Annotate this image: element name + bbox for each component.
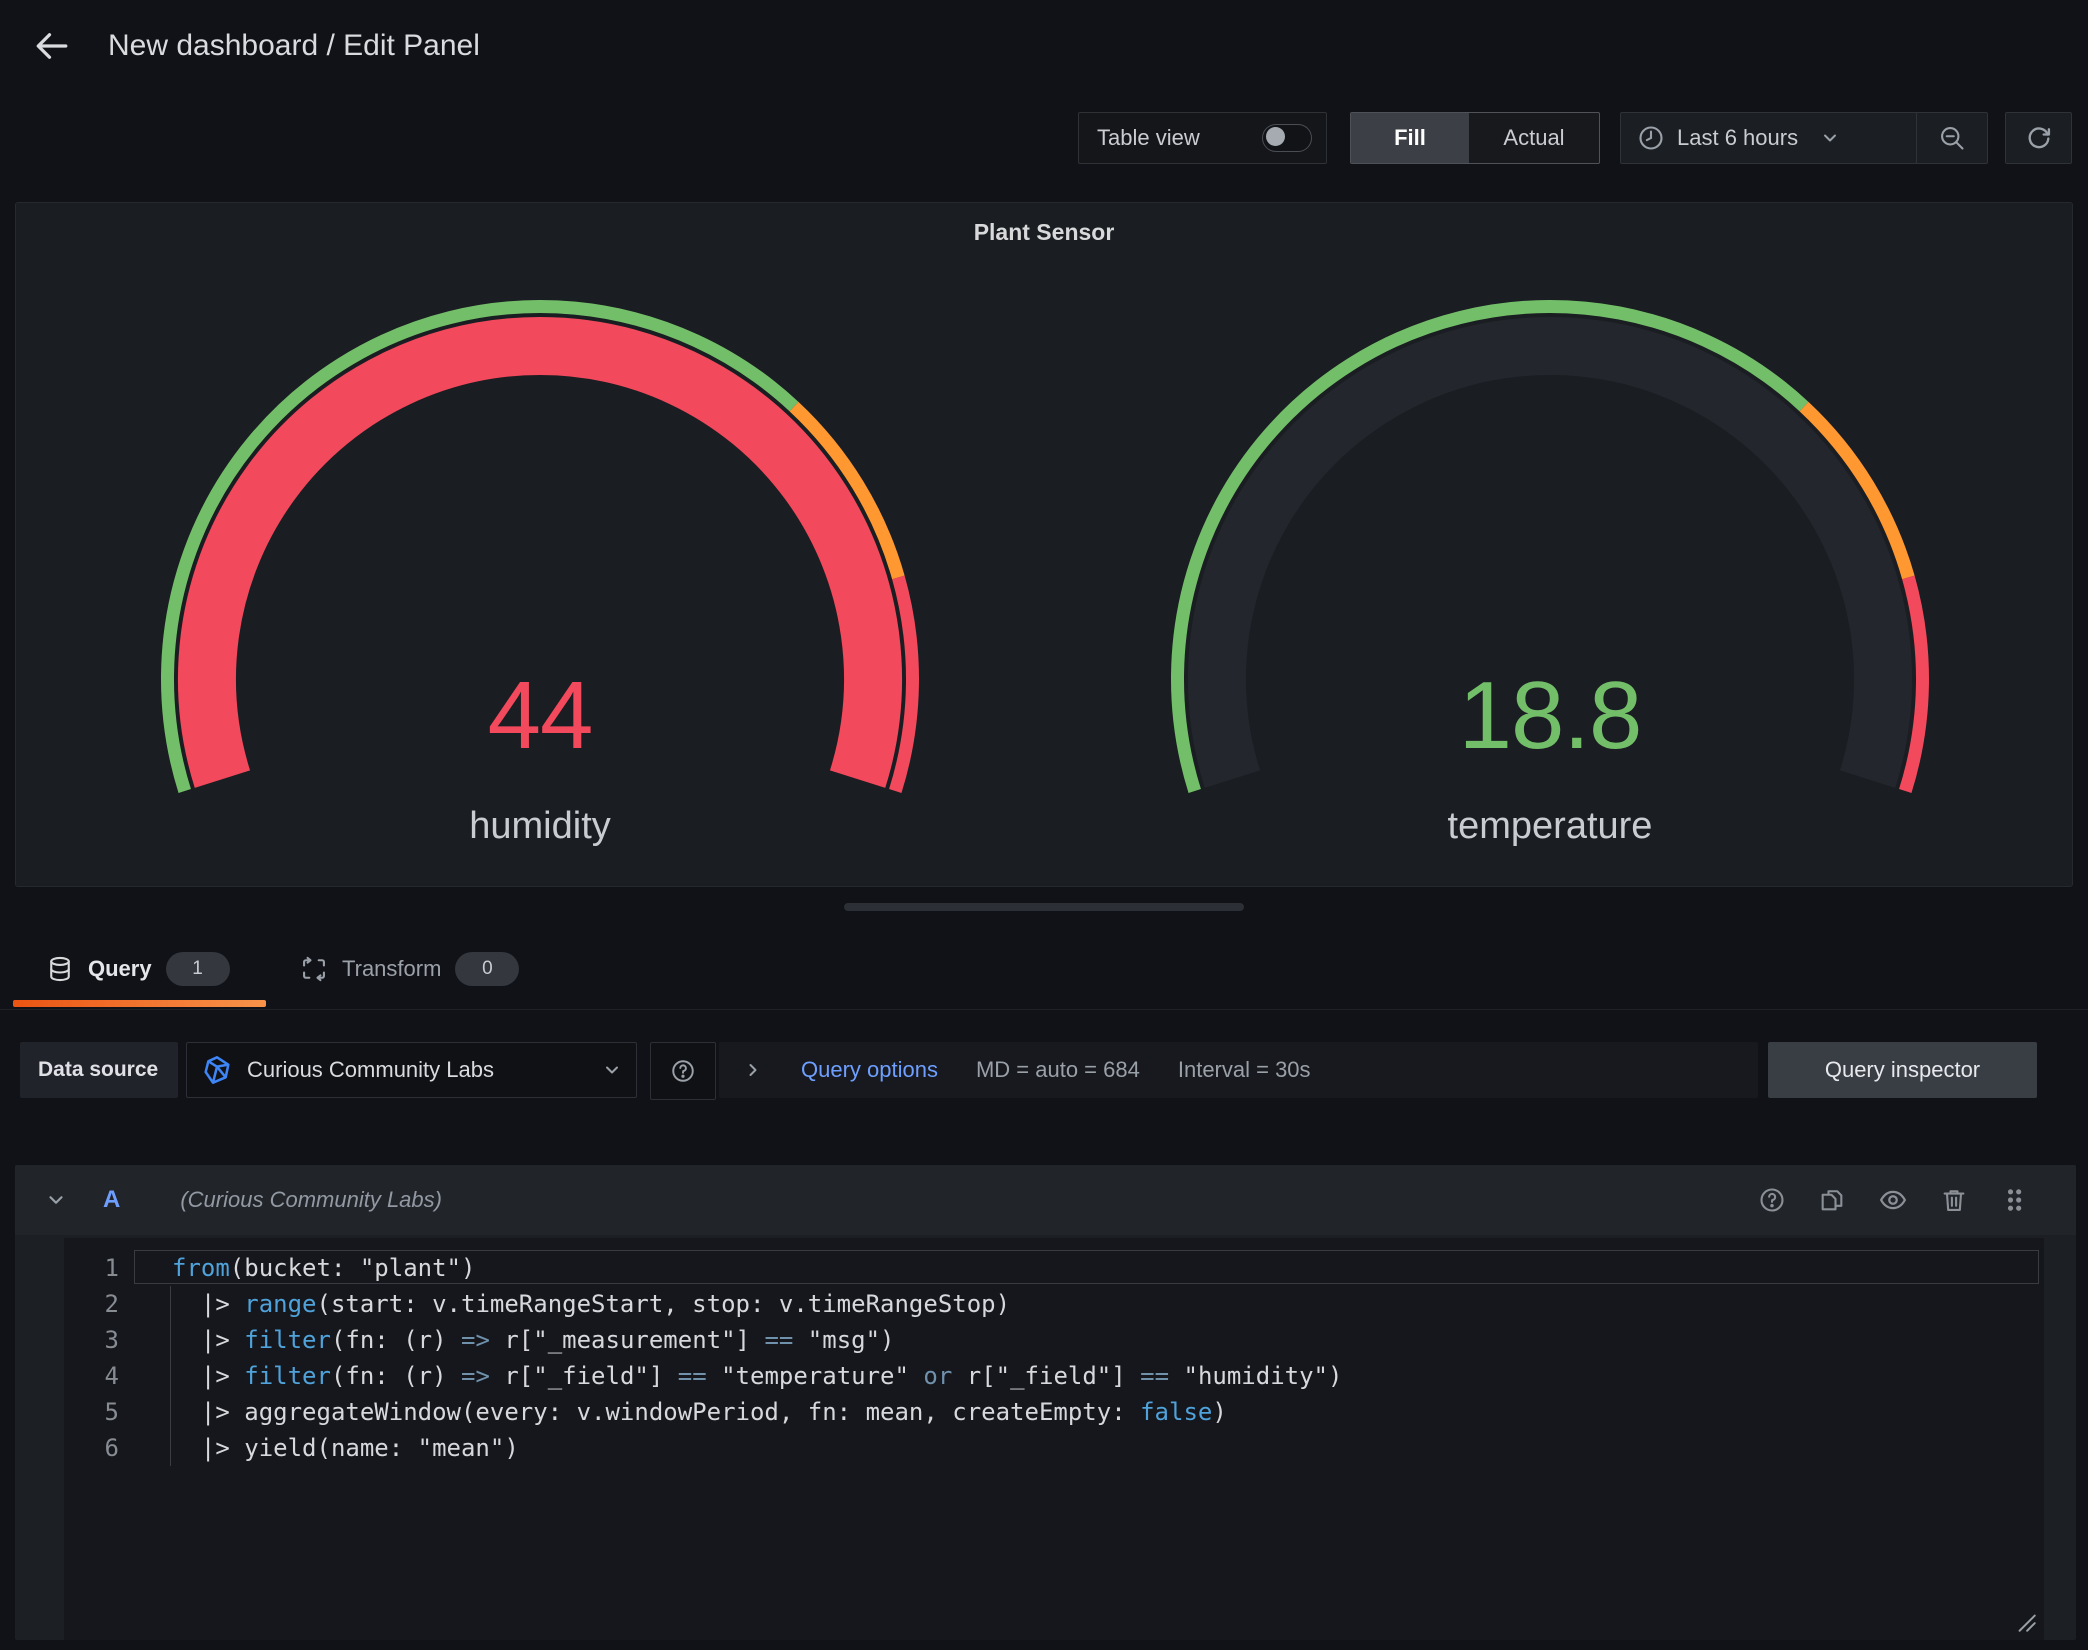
page-title: New dashboard / Edit Panel	[108, 27, 480, 65]
tabbar-divider	[0, 1009, 2088, 1010]
zoom-out-button[interactable]	[1916, 113, 1987, 163]
table-view-control[interactable]: Table view	[1078, 112, 1327, 164]
time-range-group: Last 6 hours	[1620, 112, 1988, 164]
database-icon	[46, 955, 74, 983]
query-options-bar: Query options MD = auto = 684 Interval =…	[719, 1042, 1758, 1098]
resize-grip-icon[interactable]	[2012, 1608, 2038, 1634]
eye-icon[interactable]	[1878, 1185, 1908, 1215]
query-ref-id: A	[103, 1186, 120, 1214]
active-tab-underline	[13, 1000, 266, 1007]
gauge-value-temperature: 18.8	[1459, 661, 1642, 771]
panel-resize-handle[interactable]	[844, 903, 1244, 911]
query-datasource-hint: (Curious Community Labs)	[180, 1187, 1758, 1213]
gauge-label-temperature: temperature	[1448, 805, 1653, 848]
transform-icon	[300, 955, 328, 983]
trash-icon[interactable]	[1940, 1186, 1968, 1214]
query-options-link[interactable]: Query options	[801, 1057, 938, 1083]
clock-icon	[1637, 124, 1665, 152]
fill-actual-switch: Fill Actual	[1350, 112, 1600, 164]
toggle-knob	[1266, 127, 1285, 146]
tab-query-label: Query	[88, 956, 152, 982]
refresh-icon	[2025, 124, 2053, 152]
interval-stat: Interval = 30s	[1178, 1057, 1311, 1083]
tab-query[interactable]: Query 1	[46, 938, 230, 1000]
actual-button[interactable]: Actual	[1469, 113, 1599, 163]
query-row-header[interactable]: A (Curious Community Labs)	[15, 1165, 2076, 1235]
tab-transform-label: Transform	[342, 956, 441, 982]
gauge-label-humidity: humidity	[469, 805, 611, 848]
table-view-label: Table view	[1097, 125, 1200, 151]
collapse-chevron-icon[interactable]	[45, 1189, 67, 1211]
code-line[interactable]: 6 |> yield(name: "mean")	[64, 1430, 2044, 1466]
datasource-name: Curious Community Labs	[247, 1057, 588, 1083]
code-line[interactable]: 2 |> range(start: v.timeRangeStart, stop…	[64, 1286, 2044, 1322]
tab-query-count: 1	[166, 952, 230, 986]
gauge-panel: Plant Sensor 44 humidity 18.8 temperatur…	[15, 202, 2073, 887]
tab-transform-count: 0	[455, 952, 519, 986]
gauge-value-humidity: 44	[488, 661, 593, 771]
time-range-label: Last 6 hours	[1677, 125, 1798, 151]
chevron-down-icon	[602, 1060, 622, 1080]
chevron-down-icon	[1820, 128, 1840, 148]
code-line[interactable]: 5 |> aggregateWindow(every: v.windowPeri…	[64, 1394, 2044, 1430]
code-line[interactable]: 1from(bucket: "plant")	[64, 1250, 2044, 1286]
grip-icon[interactable]	[2000, 1186, 2028, 1214]
back-button[interactable]	[32, 26, 72, 66]
code-line[interactable]: 4 |> filter(fn: (r) => r["_field"] == "t…	[64, 1358, 2044, 1394]
help-icon[interactable]	[1758, 1186, 1786, 1214]
influxdb-icon	[201, 1054, 233, 1086]
question-circle-icon	[670, 1058, 696, 1084]
gauge-chart	[16, 203, 2072, 886]
back-arrow-icon	[32, 26, 72, 66]
query-inspector-button[interactable]: Query inspector	[1768, 1042, 2037, 1098]
query-editor-section: A (Curious Community Labs)	[15, 1165, 2076, 1640]
duplicate-icon[interactable]	[1818, 1186, 1846, 1214]
datasource-picker[interactable]: Curious Community Labs	[186, 1042, 637, 1098]
time-range-picker[interactable]: Last 6 hours	[1621, 113, 1916, 163]
datasource-help-button[interactable]	[650, 1042, 716, 1100]
chevron-right-icon[interactable]	[743, 1060, 763, 1080]
table-view-toggle[interactable]	[1262, 124, 1312, 152]
refresh-button[interactable]	[2005, 112, 2072, 164]
fill-button[interactable]: Fill	[1351, 113, 1469, 163]
datasource-label: Data source	[20, 1042, 178, 1098]
max-data-points-stat: MD = auto = 684	[976, 1057, 1140, 1083]
tab-transform[interactable]: Transform 0	[300, 938, 519, 1000]
code-line[interactable]: 3 |> filter(fn: (r) => r["_measurement"]…	[64, 1322, 2044, 1358]
code-editor[interactable]: 1from(bucket: "plant")2 |> range(start: …	[64, 1238, 2044, 1640]
zoom-out-icon	[1938, 124, 1966, 152]
